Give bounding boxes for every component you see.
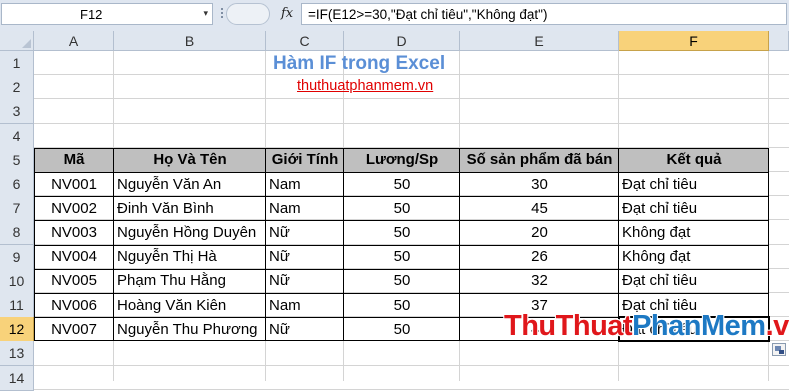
table-row-rule <box>34 268 769 270</box>
row-header-3[interactable]: 3 <box>0 99 34 125</box>
row-gridline <box>34 98 789 100</box>
source-link[interactable]: thuthuatphanmem.vn <box>297 78 433 94</box>
row-header-6[interactable]: 6 <box>0 172 34 197</box>
row-header-12[interactable]: 12 <box>0 317 34 343</box>
dropdown-arrow-icon[interactable]: ▾ <box>203 8 208 19</box>
row-header-7[interactable]: 7 <box>0 196 34 222</box>
table-row-rule <box>34 220 769 222</box>
table-row-rule <box>34 244 769 246</box>
table-cell[interactable]: 50 <box>344 317 460 341</box>
table-cell[interactable]: NV003 <box>34 220 114 244</box>
column-header-d[interactable]: D <box>344 31 460 51</box>
table-cell[interactable]: Nữ <box>266 220 344 244</box>
table-cell[interactable]: 26 <box>460 245 619 269</box>
table-cell[interactable]: Không đạt <box>619 220 769 244</box>
table-header-cell: Kết quả <box>666 151 722 169</box>
column-header-f[interactable]: F <box>619 31 769 51</box>
name-box-value: F12 <box>80 7 103 22</box>
table-row-rule <box>34 293 769 294</box>
column-header-b[interactable]: B <box>114 31 266 51</box>
table-header-cell: Lương/Sp <box>365 151 439 169</box>
row-header-4[interactable]: 4 <box>0 123 34 149</box>
table-cell[interactable]: Nữ <box>266 269 344 293</box>
watermark-logo: ThuThuatPhanMem.vn <box>504 310 789 343</box>
formula-bar-buttons[interactable] <box>226 3 270 25</box>
table-cell[interactable]: Nguyễn Hồng Duyên <box>114 220 266 244</box>
row-header-9[interactable]: 9 <box>0 244 34 270</box>
table-cell[interactable]: NV002 <box>34 196 114 220</box>
table-cell[interactable]: Nữ <box>266 317 344 341</box>
table-cell[interactable]: Nam <box>266 196 344 220</box>
row-gridline <box>34 364 789 366</box>
formula-input[interactable]: =IF(E12>=30,"Đạt chỉ tiêu","Không đạt") <box>301 3 787 25</box>
table-cell[interactable]: Không đạt <box>619 245 769 269</box>
table-cell[interactable]: Nam <box>266 172 344 196</box>
table-header-cell: Số sản phẩm đã bán <box>466 151 613 169</box>
table-cell[interactable]: Đạt chỉ tiêu <box>619 172 769 196</box>
table-cell[interactable]: Nam <box>266 293 344 317</box>
table-cell[interactable]: 50 <box>344 269 460 293</box>
table-cell[interactable]: NV001 <box>34 172 114 196</box>
table-header-cell: Họ Và Tên <box>153 151 227 169</box>
column-header-a[interactable]: A <box>34 31 114 51</box>
table-cell[interactable]: Nguyễn Thị Hà <box>114 245 266 269</box>
row-header-11[interactable]: 11 <box>0 293 34 318</box>
table-cell[interactable]: 50 <box>344 245 460 269</box>
fx-icon[interactable]: fx <box>281 6 293 21</box>
table-row-rule <box>34 196 769 198</box>
table-cell[interactable]: 50 <box>344 196 460 220</box>
table-header-cell: Mã <box>63 151 85 169</box>
autofill-options-icon[interactable] <box>772 343 786 357</box>
table-row-rule <box>34 172 769 173</box>
watermark-part-vn: .vn <box>765 310 789 342</box>
table-cell[interactable]: 20 <box>460 220 619 244</box>
row-header-14[interactable]: 14 <box>0 365 34 391</box>
row-header-5[interactable]: 5 <box>0 147 34 173</box>
row-header-13[interactable]: 13 <box>0 341 34 367</box>
table-cell[interactable]: Đạt chỉ tiêu <box>619 196 769 220</box>
formula-bar: F12 ▾ fx =IF(E12>=30,"Đạt chỉ tiêu","Khô… <box>0 0 789 32</box>
table-cell[interactable]: 50 <box>344 172 460 196</box>
table-cell[interactable]: Hoàng Văn Kiên <box>114 293 266 317</box>
table-cell[interactable]: 50 <box>344 293 460 317</box>
table-cell[interactable]: NV005 <box>34 269 114 293</box>
table-cell[interactable]: Đạt chỉ tiêu <box>619 269 769 293</box>
column-header-c[interactable]: C <box>266 31 344 51</box>
table-cell[interactable]: NV004 <box>34 245 114 269</box>
row-gridline <box>34 122 789 124</box>
table-cell[interactable]: 30 <box>460 172 619 196</box>
row-header-1[interactable]: 1 <box>0 51 34 76</box>
column-header-e[interactable]: E <box>460 31 619 51</box>
table-cell[interactable]: Đinh Văn Bình <box>114 196 266 220</box>
table-cell[interactable]: NV006 <box>34 293 114 317</box>
column-header-partial[interactable] <box>769 31 789 51</box>
table-cell[interactable]: 50 <box>344 220 460 244</box>
table-cell[interactable]: Nguyễn Thu Phương <box>114 317 266 341</box>
row-header-2[interactable]: 2 <box>0 75 34 101</box>
select-all-button[interactable] <box>0 31 34 51</box>
row-header-8[interactable]: 8 <box>0 220 34 246</box>
table-header-cell: Giới Tính <box>271 151 339 169</box>
row-header-10[interactable]: 10 <box>0 268 34 294</box>
row-gridline <box>34 74 789 76</box>
row-gridline <box>34 388 789 390</box>
table-cell[interactable]: Phạm Thu Hằng <box>114 269 266 293</box>
table-cell[interactable]: NV007 <box>34 317 114 341</box>
resize-grip-icon[interactable] <box>219 6 225 22</box>
table-cell[interactable]: 32 <box>460 269 619 293</box>
name-box[interactable]: F12 ▾ <box>1 3 213 25</box>
table-cell[interactable]: Nguyễn Văn An <box>114 172 266 196</box>
watermark-part-thuthuat: ThuThuat <box>504 310 633 342</box>
table-cell[interactable]: Nữ <box>266 245 344 269</box>
watermark-part-phanmem: PhanMem <box>632 310 766 342</box>
table-cell[interactable]: 45 <box>460 196 619 220</box>
